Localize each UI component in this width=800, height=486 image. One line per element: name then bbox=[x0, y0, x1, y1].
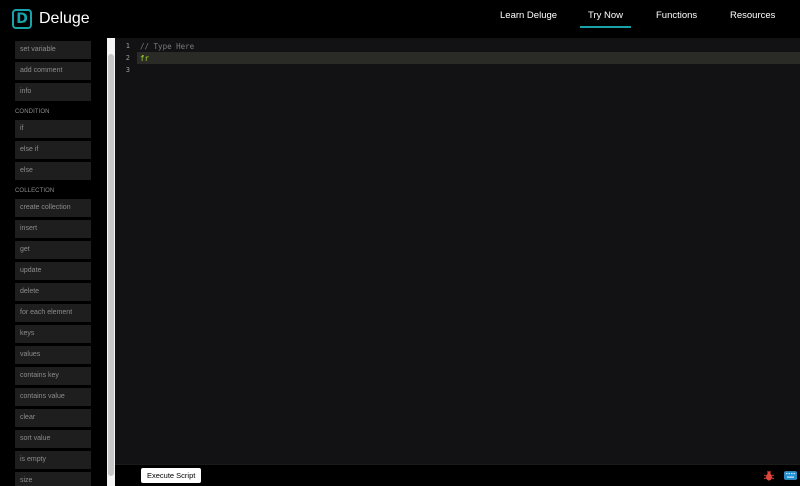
code-line-active[interactable]: fr bbox=[140, 54, 149, 63]
snippet-for-each-element[interactable]: for each element bbox=[15, 304, 91, 322]
snippet-if[interactable]: if bbox=[15, 120, 91, 138]
nav-functions[interactable]: Functions bbox=[656, 0, 697, 30]
snippet-else[interactable]: else bbox=[15, 162, 91, 180]
line-number: 3 bbox=[125, 66, 130, 74]
snippet-create-collection[interactable]: create collection bbox=[15, 199, 91, 217]
main-nav: Learn Deluge Try Now Functions Resources bbox=[0, 0, 800, 38]
snippet-add-comment[interactable]: add comment bbox=[15, 62, 91, 80]
snippet-info[interactable]: info bbox=[15, 83, 91, 101]
section-condition-label: CONDITION bbox=[15, 109, 50, 115]
nav-try-now[interactable]: Try Now bbox=[579, 0, 632, 30]
snippet-delete[interactable]: delete bbox=[15, 283, 91, 301]
snippet-size[interactable]: size bbox=[15, 472, 91, 486]
line-number-gutter: 1 2 3 bbox=[115, 38, 136, 464]
snippet-values[interactable]: values bbox=[15, 346, 91, 364]
top-header: D Deluge Learn Deluge Try Now Functions … bbox=[0, 0, 800, 38]
keyboard-icon[interactable] bbox=[784, 471, 797, 480]
nav-learn-deluge[interactable]: Learn Deluge bbox=[500, 0, 557, 30]
snippet-sidebar: set variable add comment info CONDITION … bbox=[0, 38, 107, 486]
code-editor[interactable]: 1 2 3 // Type Here fr bbox=[115, 38, 800, 464]
execute-script-button[interactable]: Execute Script bbox=[141, 468, 202, 483]
editor-bottom-bar: Execute Script bbox=[115, 464, 800, 486]
page: D Deluge Learn Deluge Try Now Functions … bbox=[0, 0, 800, 486]
snippet-get[interactable]: get bbox=[15, 241, 91, 259]
snippet-is-empty[interactable]: is empty bbox=[15, 451, 91, 469]
snippet-update[interactable]: update bbox=[15, 262, 91, 280]
bug-icon[interactable] bbox=[763, 470, 775, 482]
sidebar-scrollbar-thumb[interactable] bbox=[108, 54, 114, 476]
snippet-clear[interactable]: clear bbox=[15, 409, 91, 427]
section-collection-label: COLLECTION bbox=[15, 188, 55, 194]
snippet-insert[interactable]: insert bbox=[15, 220, 91, 238]
snippet-contains-key[interactable]: contains key bbox=[15, 367, 91, 385]
nav-resources[interactable]: Resources bbox=[730, 0, 775, 30]
line-number: 2 bbox=[125, 54, 130, 62]
active-line-highlight bbox=[137, 52, 800, 64]
code-line-comment[interactable]: // Type Here bbox=[140, 42, 194, 51]
snippet-sort-value[interactable]: sort value bbox=[15, 430, 91, 448]
snippet-contains-value[interactable]: contains value bbox=[15, 388, 91, 406]
line-number: 1 bbox=[125, 42, 130, 50]
snippet-else-if[interactable]: else if bbox=[15, 141, 91, 159]
snippet-keys[interactable]: keys bbox=[15, 325, 91, 343]
snippet-set-variable[interactable]: set variable bbox=[15, 41, 91, 59]
